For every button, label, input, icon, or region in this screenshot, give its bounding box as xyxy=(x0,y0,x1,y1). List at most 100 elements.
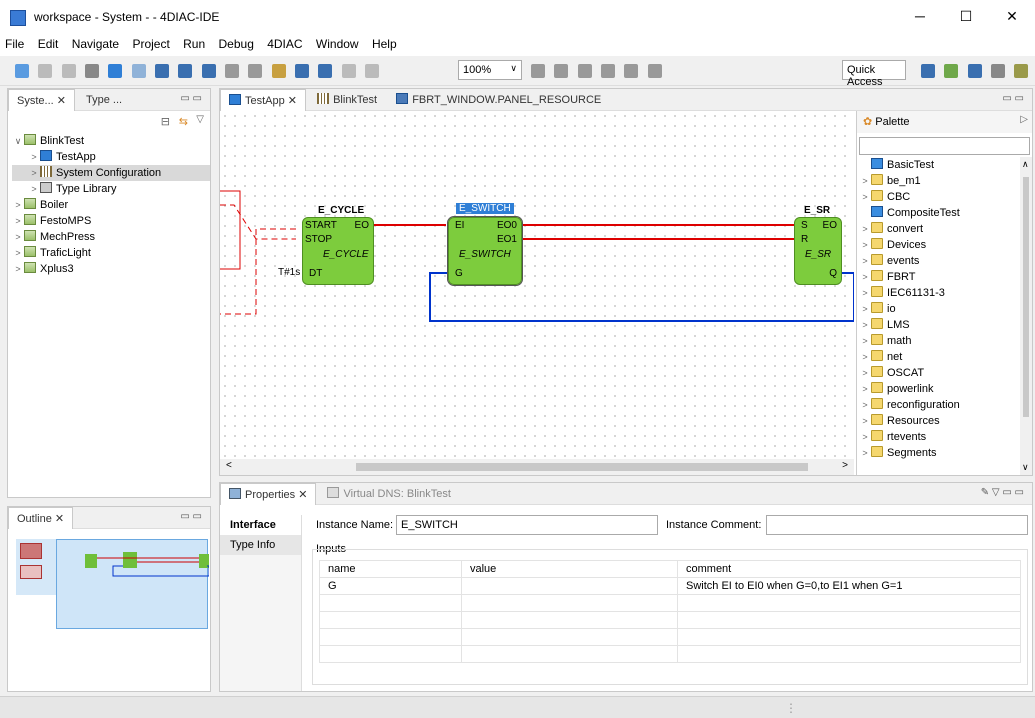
palette-item-net[interactable]: > net xyxy=(857,349,1021,365)
forward-arrow-icon[interactable] xyxy=(318,64,333,78)
twisty-icon[interactable]: ∨ xyxy=(12,133,24,149)
print-icon[interactable] xyxy=(85,64,100,78)
column-header-value[interactable]: value xyxy=(461,560,678,578)
palette-search-input[interactable] xyxy=(859,137,1030,155)
palette-item-be-m1[interactable]: > be_m1 xyxy=(857,173,1021,189)
port-start[interactable]: START xyxy=(305,220,337,231)
cell-value[interactable] xyxy=(461,577,678,595)
scroll-left-icon[interactable]: < xyxy=(226,460,232,471)
menu-edit[interactable]: Edit xyxy=(33,34,64,54)
tree-item-system-configuration[interactable]: > System Configuration xyxy=(12,165,210,181)
port-dt[interactable]: DT xyxy=(309,268,322,279)
align-right-icon[interactable] xyxy=(577,64,592,78)
twisty-icon[interactable]: > xyxy=(28,149,40,165)
palette-item-basictest[interactable]: BasicTest xyxy=(857,157,1021,173)
tree-item-traficlight[interactable]: > TraficLight xyxy=(12,245,210,261)
back-arrow-icon[interactable] xyxy=(295,64,310,78)
align-top-icon[interactable] xyxy=(601,64,616,78)
palette-item-compositetest[interactable]: CompositeTest xyxy=(857,205,1021,221)
port-eo[interactable]: EO xyxy=(355,220,369,231)
tab-fbrt-window[interactable]: FBRT_WINDOW.PANEL_RESOURCE xyxy=(388,89,609,111)
twisty-icon[interactable]: > xyxy=(12,229,24,245)
menu-window[interactable]: Window xyxy=(311,34,364,54)
twisty-icon[interactable]: > xyxy=(859,413,871,429)
tree-item-testapp[interactable]: > TestApp xyxy=(12,149,210,165)
minimize-view-icon[interactable]: ▭ ▭ xyxy=(180,93,202,104)
table-row[interactable]: G Switch EI to EI0 when G=0,to EI1 when … xyxy=(319,577,1021,595)
palette-item-rtevents[interactable]: > rtevents xyxy=(857,429,1021,445)
cell-comment[interactable]: Switch EI to EI0 when G=0,to EI1 when G=… xyxy=(677,577,1021,595)
view-menu-icon[interactable]: ✎ ▽ ▭ ▭ xyxy=(981,487,1024,498)
palette-item-iec61131-3[interactable]: > IEC61131-3 xyxy=(857,285,1021,301)
menu-debug[interactable]: Debug xyxy=(214,34,259,54)
align-bottom-icon[interactable] xyxy=(647,64,662,78)
save-icon[interactable] xyxy=(38,64,53,78)
port-stop[interactable]: STOP xyxy=(305,234,332,245)
outline-viewport[interactable] xyxy=(27,539,210,629)
tab-blinktest[interactable]: BlinkTest xyxy=(309,89,385,111)
fb-switch-name[interactable]: E_SWITCH xyxy=(456,203,514,214)
twisty-icon[interactable]: > xyxy=(28,165,40,181)
close-button[interactable]: ✕ xyxy=(989,0,1035,32)
menu-file[interactable]: File xyxy=(0,34,29,54)
scrollbar-thumb[interactable] xyxy=(1023,177,1029,417)
menu-4diac[interactable]: 4DIAC xyxy=(262,34,307,54)
align-center-icon[interactable] xyxy=(554,64,569,78)
zoom-combo[interactable]: 100% ∨ xyxy=(458,60,522,80)
tree-item-festomps[interactable]: > FestoMPS xyxy=(12,213,210,229)
twisty-icon[interactable]: > xyxy=(859,285,871,301)
debug-perspective-icon[interactable] xyxy=(1014,64,1029,78)
tab-system[interactable]: Syste... ✕ xyxy=(8,89,75,111)
link-editor-icon[interactable]: ⇆ xyxy=(179,115,188,128)
system-perspective-icon[interactable] xyxy=(944,64,959,78)
twisty-icon[interactable]: > xyxy=(859,221,871,237)
new-fb-icon[interactable] xyxy=(178,64,193,78)
palette-vertical-scrollbar[interactable]: ∧ ∨ xyxy=(1020,157,1032,475)
palette-item-resources[interactable]: > Resources xyxy=(857,413,1021,429)
port-eo0[interactable]: EO0 xyxy=(497,220,517,231)
port-sr-eo[interactable]: EO xyxy=(823,220,837,231)
twisty-icon[interactable]: > xyxy=(859,269,871,285)
fb-e-sr[interactable]: S EO R E_SR Q xyxy=(794,217,842,285)
scroll-down-icon[interactable]: ∨ xyxy=(1022,462,1029,473)
twisty-icon[interactable]: > xyxy=(859,173,871,189)
align-left-icon[interactable] xyxy=(531,64,545,78)
tab-testapp[interactable]: TestApp ✕ xyxy=(220,89,307,111)
scrollbar-thumb[interactable] xyxy=(356,463,808,471)
port-q[interactable]: Q xyxy=(829,268,837,279)
tree-item-mechpress[interactable]: > MechPress xyxy=(12,229,210,245)
tab-properties[interactable]: Properties ✕ xyxy=(220,483,317,505)
tree-item-type-library[interactable]: > Type Library xyxy=(12,181,210,197)
twisty-icon[interactable]: > xyxy=(859,365,871,381)
palette-item-powerlink[interactable]: > powerlink xyxy=(857,381,1021,397)
palette-item-fbrt[interactable]: > FBRT xyxy=(857,269,1021,285)
palette-item-events[interactable]: > events xyxy=(857,253,1021,269)
tab-outline[interactable]: Outline ✕ xyxy=(8,507,74,529)
twisty-icon[interactable]: > xyxy=(859,189,871,205)
minimize-view-icon[interactable]: ▭ ▭ xyxy=(180,511,202,522)
dt-value[interactable]: T#1s xyxy=(278,267,300,278)
menu-project[interactable]: Project xyxy=(127,34,174,54)
twisty-icon[interactable]: > xyxy=(859,317,871,333)
deployment-perspective-icon[interactable] xyxy=(991,64,1006,78)
twisty-icon[interactable]: > xyxy=(859,333,871,349)
twisty-icon[interactable]: > xyxy=(859,253,871,269)
port-eo1[interactable]: EO1 xyxy=(497,234,517,245)
twisty-icon[interactable]: > xyxy=(12,261,24,277)
port-ei[interactable]: EI xyxy=(455,220,464,231)
palette-item-convert[interactable]: > convert xyxy=(857,221,1021,237)
canvas-horizontal-scrollbar[interactable]: < > xyxy=(220,459,854,475)
palette-item-lms[interactable]: > LMS xyxy=(857,317,1021,333)
align-middle-icon[interactable] xyxy=(624,64,639,78)
twisty-icon[interactable]: > xyxy=(859,301,871,317)
column-header-comment[interactable]: comment xyxy=(677,560,1021,578)
twisty-icon[interactable]: > xyxy=(12,197,24,213)
instance-name-field[interactable]: E_SWITCH xyxy=(396,515,658,535)
menu-run[interactable]: Run xyxy=(178,34,210,54)
side-tab-type-info[interactable]: Type Info xyxy=(220,535,301,555)
open-perspective-icon[interactable] xyxy=(921,64,935,78)
back-icon[interactable] xyxy=(271,64,286,78)
tab-virtual-dns[interactable]: Virtual DNS: BlinkTest xyxy=(319,483,458,505)
palette-item-math[interactable]: > math xyxy=(857,333,1021,349)
annotation-icon[interactable] xyxy=(225,64,240,78)
